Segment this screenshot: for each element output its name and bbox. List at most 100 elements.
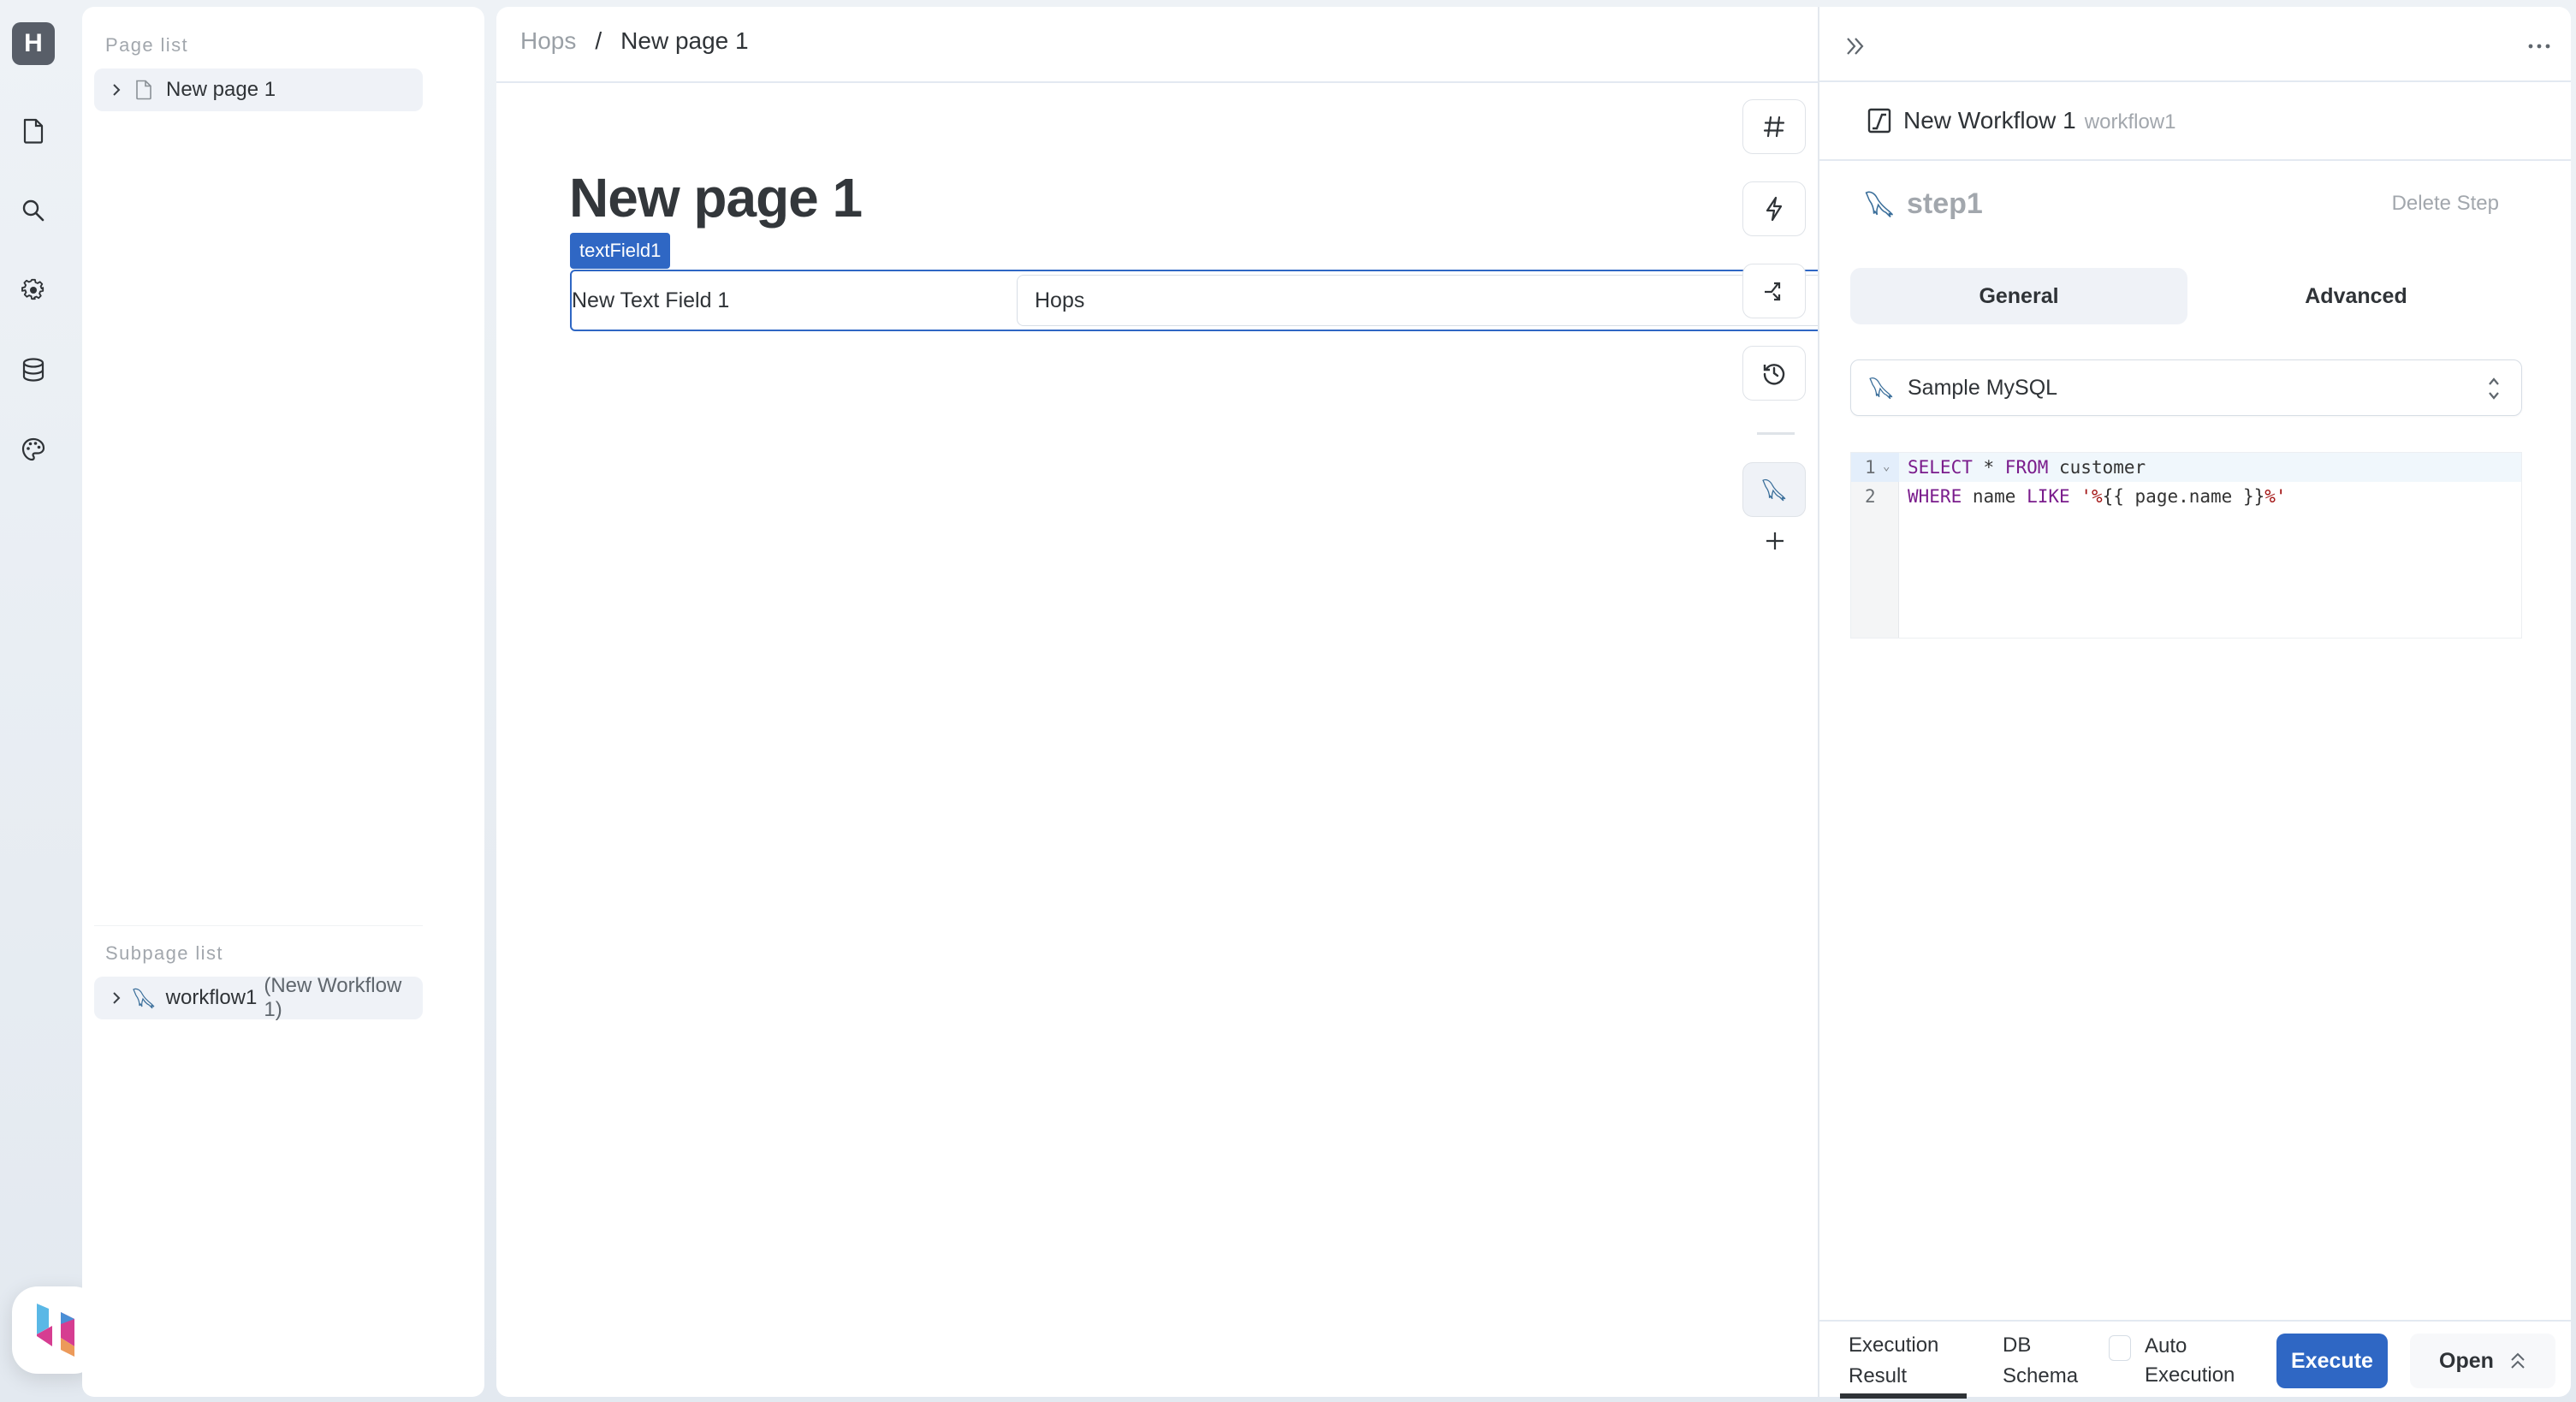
open-results-button[interactable]: Open [2410, 1334, 2555, 1388]
breadcrumb: Hops / New page 1 [520, 27, 749, 55]
delete-step-button[interactable]: Delete Step [2392, 192, 2499, 216]
page-canvas: Hops / New page 1 New page 1 textField1 … [496, 7, 1819, 1397]
tab-db-schema[interactable]: DB Schema [2003, 1330, 2078, 1392]
text-field-input[interactable] [1017, 275, 1819, 326]
sql-keyword: SELECT [1908, 457, 1973, 478]
sql-editor[interactable]: 1 ⌄ SELECT * FROM customer 2 WHERE name … [1850, 452, 2522, 639]
chevrons-up-icon [2509, 1352, 2526, 1370]
code-text: SELECT * FROM customer [1899, 457, 2146, 478]
file-icon [132, 80, 156, 100]
mysql-dolphin-icon [1864, 189, 1895, 218]
sql-token: customer [2048, 457, 2146, 478]
page-list-panel: Page list New page 1 Subpage list workfl… [82, 7, 484, 1397]
execution-bar: Execution Result DB Schema Auto Executio… [1819, 1320, 2571, 1399]
add-workflow-button[interactable] [1761, 527, 1789, 555]
line-number: 1 ⌄ [1851, 453, 1899, 482]
auto-execution-label: Auto Execution [2145, 1334, 2235, 1387]
hops-logo-icon [35, 1304, 76, 1357]
sql-keyword: FROM [2004, 457, 2049, 478]
sql-string: '% [2080, 486, 2103, 507]
rail-theme-button[interactable] [19, 435, 48, 464]
chevron-up-down-icon [2487, 374, 2501, 403]
workflow-icon [1867, 108, 1891, 134]
inspector-tabs: General Advanced [1850, 268, 2542, 324]
mysql-dolphin-icon [132, 987, 156, 1009]
tool-divider [1757, 432, 1795, 435]
sql-string: %' [2264, 486, 2287, 507]
plus-icon [1765, 531, 1785, 551]
rail-pages-button[interactable] [19, 116, 48, 146]
code-line[interactable]: 2 WHERE name LIKE '%{{ page.name }}%' [1851, 482, 2521, 511]
sql-token: name [1962, 486, 2027, 507]
icon-rail: H [0, 0, 99, 1402]
rail-search-button[interactable] [19, 196, 48, 225]
text-field-label: New Text Field 1 [572, 288, 730, 312]
workflow-inspector: New Workflow 1 workflow1 step1 Delete St… [1818, 7, 2571, 1399]
header-divider [496, 81, 1819, 83]
chevron-right-icon[interactable] [108, 991, 125, 1005]
page-list-item-label: New page 1 [166, 78, 276, 101]
auto-execution-checkbox[interactable]: Auto Execution [2109, 1332, 2235, 1390]
palette-icon [21, 437, 45, 461]
sql-token: {{ page.name }} [2102, 486, 2265, 507]
chevron-right-icon[interactable] [108, 83, 125, 97]
workflow-header: New Workflow 1 workflow1 [1819, 82, 2571, 161]
breadcrumb-separator: / [595, 27, 602, 54]
breadcrumb-root[interactable]: Hops [520, 27, 576, 55]
breadcrumb-current: New page 1 [620, 27, 749, 54]
section-divider [94, 925, 423, 926]
subpage-list-item[interactable]: workflow1 (New Workflow 1) [94, 974, 423, 1021]
more-horizontal-icon [2526, 38, 2552, 55]
gear-icon [21, 278, 45, 302]
datasource-value: Sample MySQL [1908, 375, 2058, 400]
step-name[interactable]: step1 [1907, 187, 1983, 221]
checkbox[interactable] [2109, 1335, 2131, 1361]
sql-keyword: WHERE [1908, 486, 1962, 507]
code-text: WHERE name LIKE '%{{ page.name }}%' [1899, 486, 2287, 507]
workflow-id: workflow1 [2084, 110, 2176, 134]
more-options-button[interactable] [2526, 38, 2552, 55]
fold-chevron-icon[interactable]: ⌄ [1883, 460, 1890, 473]
tab-execution-result[interactable]: Execution Result [1839, 1330, 1968, 1399]
subpage-item-detail: (New Workflow 1) [264, 974, 402, 1021]
step-header: step1 Delete Step [1819, 178, 2571, 229]
chevrons-right-icon [1843, 34, 1867, 58]
mysql-dolphin-icon [1868, 376, 1894, 400]
tab-general[interactable]: General [1850, 268, 2187, 324]
history-button[interactable] [1742, 346, 1806, 401]
workflow-title[interactable]: New Workflow 1 [1903, 107, 2076, 134]
page-list-title: Page list [105, 34, 188, 56]
workspace-avatar[interactable]: H [12, 22, 55, 65]
search-icon [21, 199, 45, 223]
subpage-item-label: workflow1 [165, 986, 258, 1009]
tab-advanced[interactable]: Advanced [2187, 268, 2525, 324]
text-field-component[interactable]: New Text Field 1 [570, 270, 1819, 331]
workflow-button[interactable] [1742, 462, 1806, 517]
sql-token: * [1972, 457, 2005, 478]
line-number: 2 [1865, 486, 1876, 507]
subpage-list-title: Subpage list [105, 942, 223, 964]
lightning-icon [1765, 196, 1784, 222]
hash-icon [1763, 116, 1785, 138]
code-line[interactable]: 1 ⌄ SELECT * FROM customer [1851, 453, 2521, 482]
open-label: Open [2439, 1348, 2494, 1373]
page-title[interactable]: New page 1 [569, 166, 863, 229]
events-button[interactable] [1742, 181, 1806, 236]
shuffle-icon [1763, 280, 1785, 302]
rail-database-button[interactable] [19, 355, 48, 384]
mysql-dolphin-icon [1760, 478, 1788, 502]
variables-button[interactable] [1742, 99, 1806, 154]
execute-button[interactable]: Execute [2276, 1334, 2388, 1388]
history-icon [1762, 361, 1786, 385]
database-icon [22, 358, 45, 382]
component-name-tag[interactable]: textField1 [570, 233, 671, 269]
sql-keyword: LIKE [2027, 486, 2070, 507]
file-icon [22, 118, 45, 144]
page-list-item[interactable]: New page 1 [94, 68, 423, 111]
rail-settings-button[interactable] [19, 276, 48, 305]
flow-button[interactable] [1742, 264, 1806, 318]
datasource-select[interactable]: Sample MySQL [1850, 359, 2522, 416]
collapse-panel-button[interactable] [1843, 34, 1867, 58]
inspector-toolbar [1819, 7, 2571, 82]
